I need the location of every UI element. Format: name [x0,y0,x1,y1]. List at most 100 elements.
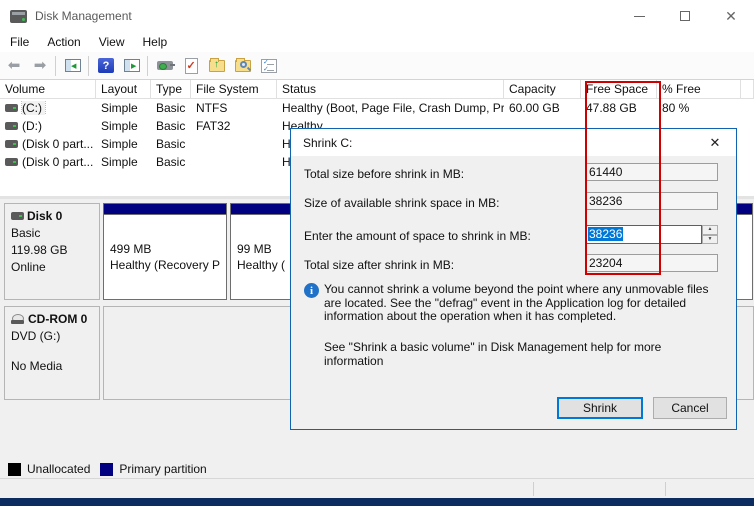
export-button[interactable]: ↑ [205,55,229,77]
legend-unallocated: Unallocated [8,462,90,476]
column-header-file-system[interactable]: File System [191,80,277,99]
unallocated-swatch [8,463,21,476]
column-header-capacity[interactable]: Capacity [504,80,581,99]
statusbar-divider [533,482,534,496]
toolbar-separator [88,56,89,76]
legend: Unallocated Primary partition [0,460,754,478]
fs-cell: FAT32 [191,119,277,133]
status-cell: Healthy (Boot, Page File, Crash Dump, Pr… [277,101,504,115]
pct-free-cell: 80 % [657,101,741,115]
menu-action[interactable]: Action [38,35,89,49]
column-header-pct-free[interactable]: % Free [657,80,741,99]
disk-icon [11,212,24,220]
options-button[interactable] [257,55,281,77]
dialog-title: Shrink C: [303,136,352,150]
toolbar-separator [55,56,56,76]
menu-bar: File Action View Help [0,32,754,52]
checklist-icon [261,59,277,73]
cdrom-panel[interactable]: CD-ROM 0 DVD (G:) No Media [4,306,100,400]
primary-partition-swatch [100,463,113,476]
menu-file[interactable]: File [0,35,38,49]
partition-status: Healthy (Recovery P [110,257,226,273]
field-label-available: Size of available shrink space in MB: [304,196,499,210]
cdrom-type: DVD (G:) [11,329,99,343]
help-icon: ? [98,58,114,73]
type-cell: Basic [151,119,191,133]
statusbar-divider [665,482,666,496]
show-console-tree-button[interactable]: ◀ [61,55,85,77]
shrink-dialog: Shrink C: ✕ Total size before shrink in … [290,128,737,430]
forward-button[interactable]: ➡ [28,55,52,77]
title-bar: Disk Management ✕ [0,0,754,32]
type-cell: Basic [151,101,191,115]
amount-spinner: ▲ ▼ [702,225,718,244]
device-properties-button[interactable] [153,55,177,77]
partition-size: 499 MB [110,241,226,257]
legend-label: Unallocated [27,462,90,476]
app-icon [10,10,27,23]
volume-label: (C:) [22,101,45,115]
layout-cell: Simple [96,101,151,115]
column-header-type[interactable]: Type [151,80,191,99]
help-button[interactable]: ? [94,55,118,77]
info-icon: i [304,283,319,298]
disk0-type: Basic [11,226,99,240]
partition-recovery[interactable]: 499 MB Healthy (Recovery P [103,203,227,300]
disk0-name: Disk 0 [27,209,62,223]
field-label-total-before: Total size before shrink in MB: [304,167,464,181]
disk0-status: Online [11,260,99,274]
capacity-cell: 60.00 GB [504,101,581,115]
minimize-icon [634,16,645,17]
partition-color-band [104,204,226,215]
volume-icon [5,104,18,112]
shrink-button[interactable]: Shrink [557,397,643,419]
toolbar: ⬅ ➡ ◀ ? ▶ ↑ [0,52,754,80]
volume-icon [5,158,18,166]
cancel-button[interactable]: Cancel [653,397,727,419]
forward-arrow-icon: ➡ [34,58,47,73]
action-pane-icon: ▶ [124,59,140,72]
legend-label: Primary partition [119,462,206,476]
disk0-panel[interactable]: Disk 0 Basic 119.98 GB Online [4,203,100,300]
volume-label: (Disk 0 part... [22,155,93,169]
layout-cell: Simple [96,155,151,169]
back-button[interactable]: ⬅ [2,55,26,77]
check-document-icon [185,58,198,74]
layout-cell: Simple [96,119,151,133]
volume-label: (D:) [22,119,42,133]
volume-icon [5,122,18,130]
field-label-total-after: Total size after shrink in MB: [304,258,454,272]
column-header-blank [741,80,754,99]
help-text: See "Shrink a basic volume" in Disk Mana… [324,341,722,368]
back-arrow-icon: ⬅ [8,58,21,73]
dialog-title-bar: Shrink C: [291,129,736,156]
spinner-down-button[interactable]: ▼ [702,235,718,245]
column-header-volume[interactable]: Volume [0,80,96,99]
layout-cell: Simple [96,137,151,151]
show-action-pane-button[interactable]: ▶ [120,55,144,77]
console-tree-icon: ◀ [65,59,81,72]
spinner-up-button[interactable]: ▲ [702,225,718,235]
menu-help[interactable]: Help [134,35,177,49]
menu-view[interactable]: View [90,35,134,49]
maximize-button[interactable] [662,0,708,32]
volume-icon [5,140,18,148]
cdrom-status: No Media [11,359,99,373]
minimize-button[interactable] [616,0,662,32]
type-cell: Basic [151,137,191,151]
close-button[interactable]: ✕ [708,0,754,32]
type-cell: Basic [151,155,191,169]
maximize-icon [680,11,690,21]
desktop-background [0,498,754,506]
disk-check-button[interactable] [179,55,203,77]
folder-search-icon [235,60,251,72]
field-label-amount: Enter the amount of space to shrink in M… [304,229,531,243]
window-title: Disk Management [35,9,132,23]
disk-management-window: Disk Management ✕ File Action View Help … [0,0,754,506]
column-header-layout[interactable]: Layout [96,80,151,99]
free-space-highlight-annotation [585,81,661,275]
column-header-status[interactable]: Status [277,80,504,99]
volume-label: (Disk 0 part... [22,137,93,151]
dialog-close-button[interactable]: ✕ [695,129,735,156]
find-button[interactable] [231,55,255,77]
